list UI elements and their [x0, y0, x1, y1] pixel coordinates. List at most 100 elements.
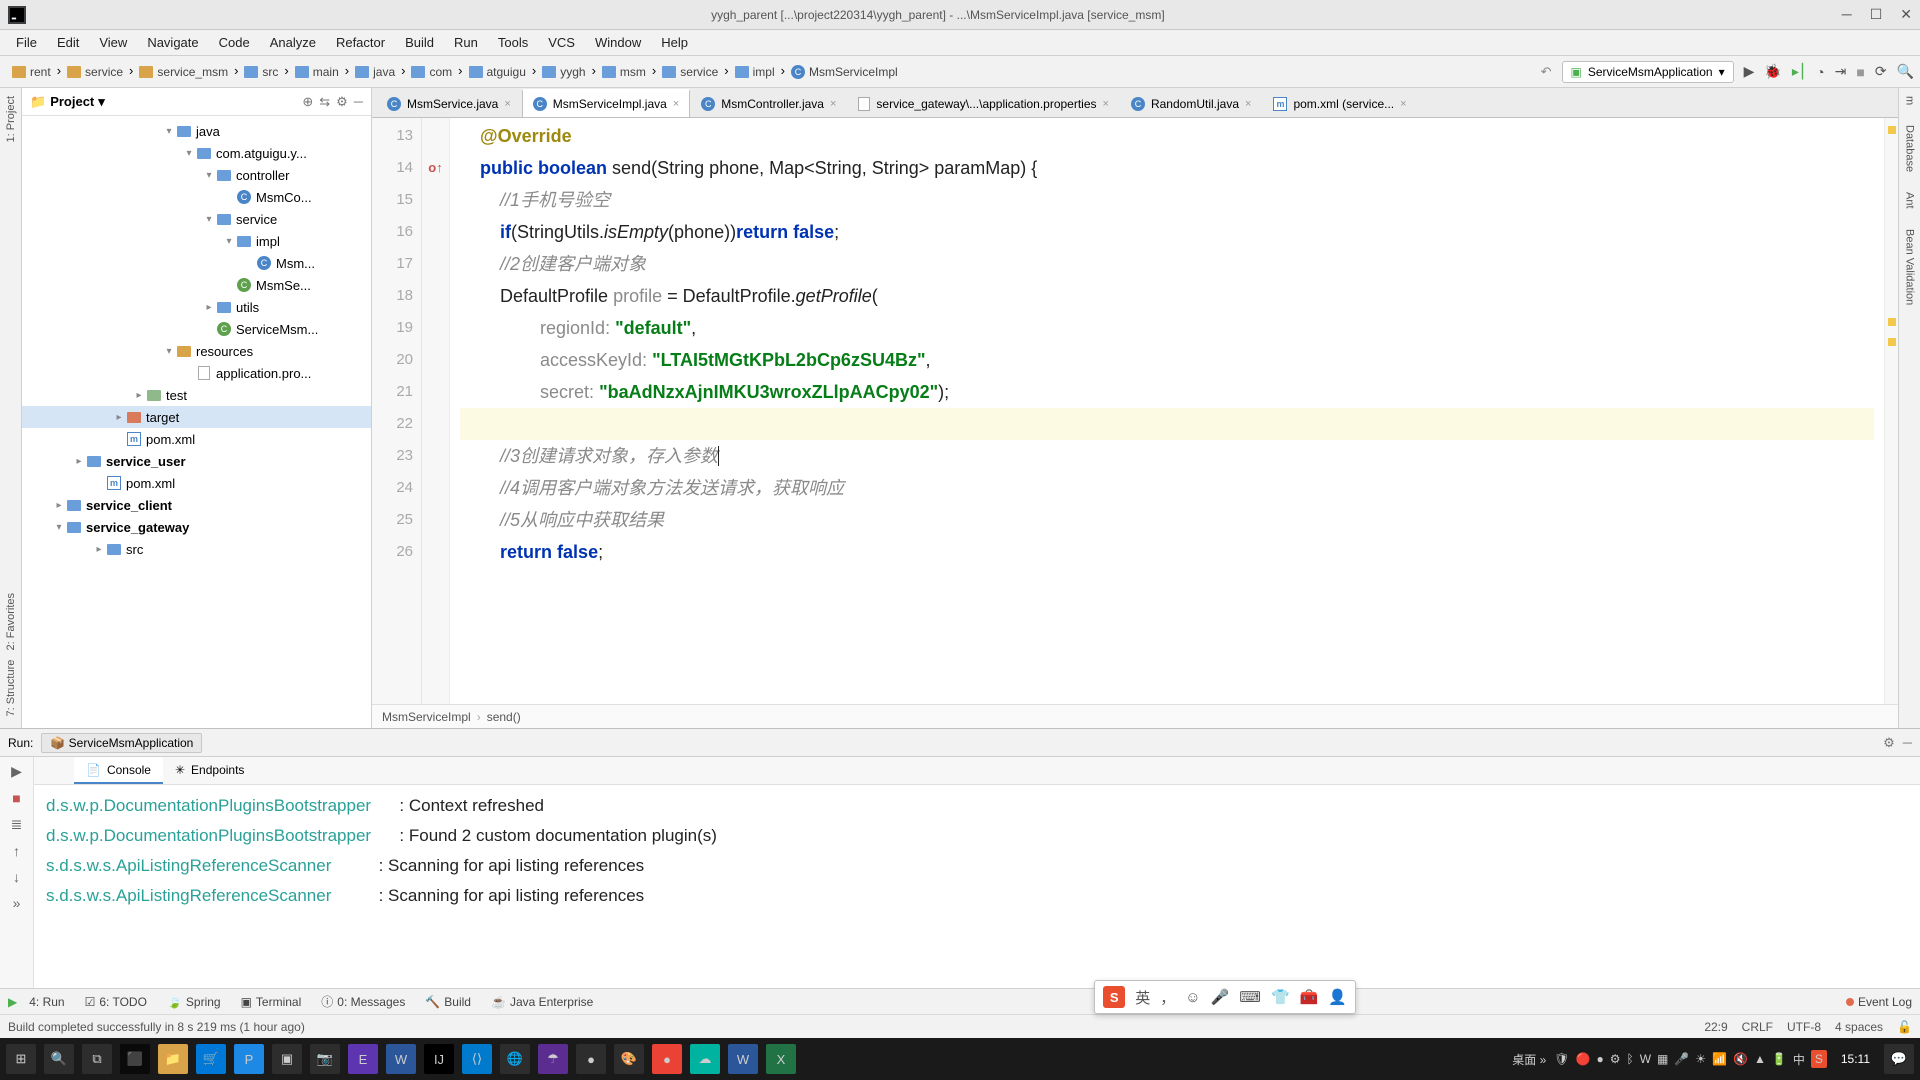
tray-icon[interactable]: 🛡: [1554, 1052, 1569, 1066]
more-run-button[interactable]: »: [13, 895, 21, 911]
validation-tool-button[interactable]: Bean Validation: [1904, 229, 1916, 305]
tray-icon[interactable]: ●: [1596, 1052, 1603, 1066]
tray-icon[interactable]: 🔇: [1733, 1052, 1748, 1066]
tree-item[interactable]: mpom.xml: [22, 428, 371, 450]
tree-item[interactable]: ▸service_client: [22, 494, 371, 516]
editor-tab[interactable]: mpom.xml (service...×: [1262, 90, 1417, 117]
tray-ime-engine[interactable]: S: [1811, 1050, 1827, 1068]
tray-icon[interactable]: 🔋: [1772, 1052, 1787, 1066]
breadcrumb-item[interactable]: rent: [6, 63, 57, 81]
tree-item[interactable]: CMsmSe...: [22, 274, 371, 296]
tree-item[interactable]: application.pro...: [22, 362, 371, 384]
tray-icon[interactable]: ▲: [1754, 1052, 1766, 1066]
project-tool-button[interactable]: 1: Project: [5, 92, 17, 146]
close-tab-icon[interactable]: ×: [673, 98, 679, 110]
menu-run[interactable]: Run: [446, 33, 486, 52]
taskbar-app[interactable]: ☁: [690, 1044, 720, 1074]
ime-skin-icon[interactable]: 👕: [1271, 988, 1290, 1006]
run-hide-icon[interactable]: ─: [1903, 735, 1912, 750]
tree-item[interactable]: CMsm...: [22, 252, 371, 274]
taskbar-app[interactable]: E: [348, 1044, 378, 1074]
breadcrumb-item[interactable]: src: [238, 63, 284, 81]
endpoints-tab[interactable]: ✳ Endpoints: [163, 757, 256, 784]
search-taskbar-icon[interactable]: 🔍: [44, 1044, 74, 1074]
tray-icon[interactable]: W: [1640, 1052, 1651, 1066]
taskview-icon[interactable]: ⧉: [82, 1044, 112, 1074]
rerun-button[interactable]: ▶: [11, 763, 22, 780]
menu-help[interactable]: Help: [653, 33, 696, 52]
settings-icon[interactable]: ⚙: [336, 94, 348, 110]
editor-tab[interactable]: CRandomUtil.java×: [1120, 90, 1262, 117]
dump-button[interactable]: ≣: [11, 816, 23, 833]
tree-item[interactable]: ▸src: [22, 538, 371, 560]
close-tab-icon[interactable]: ×: [504, 98, 510, 110]
taskbar-app[interactable]: 🌐: [500, 1044, 530, 1074]
menu-refactor[interactable]: Refactor: [328, 33, 393, 52]
menu-code[interactable]: Code: [211, 33, 258, 52]
taskbar-app[interactable]: ●: [652, 1044, 682, 1074]
event-log-button[interactable]: Event Log: [1846, 995, 1912, 1009]
taskbar-app[interactable]: X: [766, 1044, 796, 1074]
back-nav-icon[interactable]: ↶: [1541, 64, 1552, 80]
menu-file[interactable]: File: [8, 33, 45, 52]
select-opened-icon[interactable]: ⊕: [302, 94, 313, 110]
tree-item[interactable]: ▾java: [22, 120, 371, 142]
tray-icon[interactable]: 🎤: [1674, 1052, 1689, 1066]
editor-tab[interactable]: CMsmService.java×: [376, 90, 522, 117]
taskbar-app[interactable]: ●: [576, 1044, 606, 1074]
readonly-icon[interactable]: 🔓: [1897, 1020, 1912, 1034]
ime-user-icon[interactable]: 👤: [1328, 988, 1347, 1006]
tray-ime[interactable]: 中: [1793, 1051, 1805, 1068]
error-stripe[interactable]: [1884, 118, 1898, 704]
tool-build[interactable]: 🔨 Build: [417, 993, 479, 1011]
taskbar-app[interactable]: 📁: [158, 1044, 188, 1074]
tree-item[interactable]: ▸utils: [22, 296, 371, 318]
start-button[interactable]: ⊞: [6, 1044, 36, 1074]
ime-voice-icon[interactable]: 🎤: [1211, 988, 1230, 1006]
run-config-select[interactable]: ▣ ServiceMsmApplication ▾: [1562, 61, 1734, 83]
ime-keyboard-icon[interactable]: ⌨: [1239, 988, 1261, 1006]
minimize-button[interactable]: ─: [1842, 6, 1852, 23]
taskbar-app[interactable]: ☂: [538, 1044, 568, 1074]
run-settings-icon[interactable]: ⚙: [1883, 735, 1895, 751]
tray-icon[interactable]: ᛒ: [1626, 1052, 1633, 1066]
menu-vcs[interactable]: VCS: [540, 33, 583, 52]
breadcrumb-item[interactable]: atguigu: [463, 63, 532, 81]
structure-tool-button[interactable]: 7: Structure 2: Favorites: [5, 589, 17, 721]
console-output[interactable]: d.s.w.p.DocumentationPluginsBootstrapper…: [34, 785, 1920, 988]
run-panel-config[interactable]: 📦 ServiceMsmApplication: [41, 733, 202, 753]
tree-item[interactable]: ▾com.atguigu.y...: [22, 142, 371, 164]
tool-todo[interactable]: ☑ 6: TODO: [77, 993, 155, 1011]
taskbar-app[interactable]: ▣: [272, 1044, 302, 1074]
warning-marker-icon[interactable]: [1888, 338, 1896, 346]
warning-marker-icon[interactable]: [1888, 318, 1896, 326]
tree-item[interactable]: ▾service: [22, 208, 371, 230]
tree-item[interactable]: ▾controller: [22, 164, 371, 186]
menu-view[interactable]: View: [91, 33, 135, 52]
caret-position[interactable]: 22:9: [1704, 1020, 1727, 1034]
tree-item[interactable]: ▾service_gateway: [22, 516, 371, 538]
taskbar-app[interactable]: ⬛: [120, 1044, 150, 1074]
attach-button[interactable]: ⇥: [1835, 63, 1847, 80]
breadcrumb-item[interactable]: com: [405, 63, 458, 81]
file-encoding[interactable]: UTF-8: [1787, 1020, 1821, 1034]
tree-item[interactable]: ▾impl: [22, 230, 371, 252]
menu-analyze[interactable]: Analyze: [262, 33, 324, 52]
tray-icon[interactable]: ☀: [1695, 1052, 1706, 1066]
tree-item[interactable]: ▸target: [22, 406, 371, 428]
debug-button[interactable]: 🐞: [1764, 63, 1781, 80]
ime-emoji-icon[interactable]: ☺: [1185, 989, 1200, 1006]
code-editor[interactable]: @Override public boolean send(String pho…: [450, 118, 1884, 704]
expand-all-icon[interactable]: ⇆: [319, 94, 330, 110]
stop-button[interactable]: ■: [1856, 64, 1864, 80]
menu-edit[interactable]: Edit: [49, 33, 87, 52]
taskbar-app[interactable]: 🎨: [614, 1044, 644, 1074]
database-tool-button[interactable]: Database: [1904, 125, 1916, 172]
up-trace-button[interactable]: ↑: [13, 843, 20, 859]
menu-window[interactable]: Window: [587, 33, 649, 52]
breadcrumb-item[interactable]: service: [61, 63, 129, 81]
project-tree[interactable]: ▾java▾com.atguigu.y...▾controllerCMsmCo.…: [22, 116, 371, 728]
tray-icon[interactable]: 📶: [1712, 1052, 1727, 1066]
editor-tab[interactable]: CMsmServiceImpl.java×: [522, 89, 690, 117]
tool-terminal[interactable]: ▣ Terminal: [233, 993, 310, 1011]
